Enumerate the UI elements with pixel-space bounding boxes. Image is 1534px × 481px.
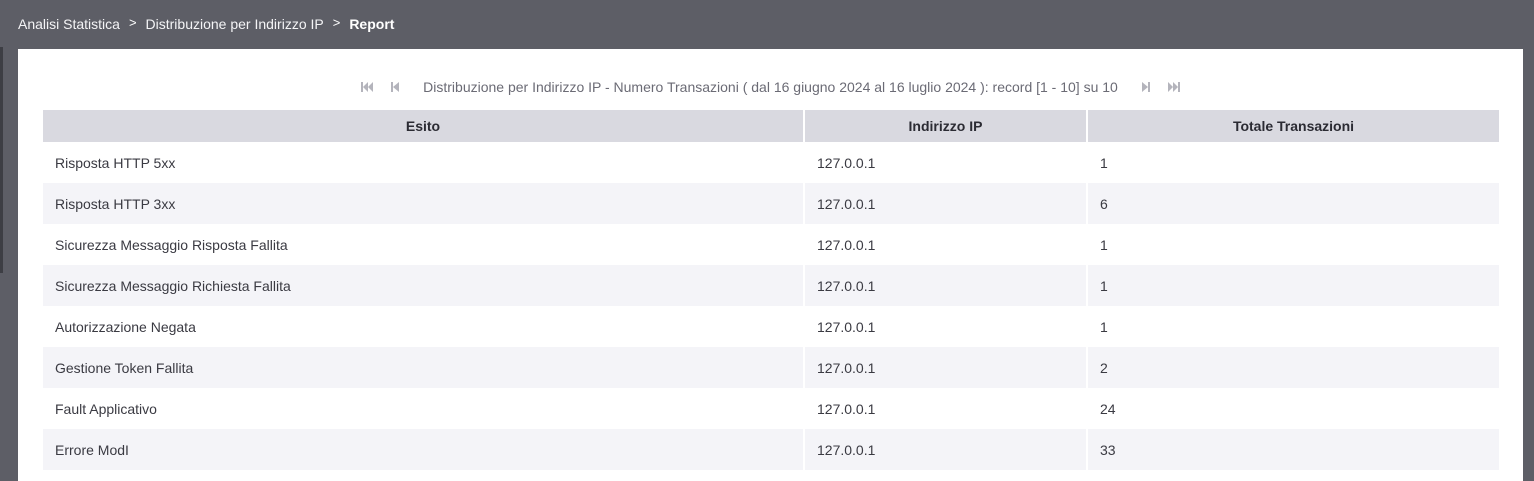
cell-indirizzo-ip: 127.0.0.1: [804, 347, 1088, 388]
table-row[interactable]: Errore ModI 127.0.0.1 33: [43, 429, 1499, 470]
cell-indirizzo-ip: 127.0.0.1: [804, 429, 1088, 470]
cell-indirizzo-ip: 127.0.0.1: [804, 142, 1088, 183]
next-page-icon[interactable]: [1138, 79, 1154, 95]
breadcrumb-item-analisi-statistica[interactable]: Analisi Statistica: [18, 16, 120, 32]
cell-indirizzo-ip: 127.0.0.1: [804, 388, 1088, 429]
first-page-icon[interactable]: [359, 79, 375, 95]
column-header-esito[interactable]: Esito: [43, 110, 805, 142]
cell-esito: Sicurezza Messaggio Risposta Fallita: [43, 224, 805, 265]
column-header-indirizzo-ip[interactable]: Indirizzo IP: [804, 110, 1088, 142]
chevron-right-icon: >: [332, 15, 341, 30]
pager-status-text: Distribuzione per Indirizzo IP - Numero …: [423, 79, 1118, 95]
breadcrumb: Analisi Statistica > Distribuzione per I…: [0, 0, 1534, 47]
cell-totale: 33: [1087, 429, 1499, 470]
cell-esito: Sicurezza Messaggio Richiesta Fallita: [43, 265, 805, 306]
cell-totale: 1: [1087, 265, 1499, 306]
cell-indirizzo-ip: 127.0.0.1: [804, 306, 1088, 347]
cell-totale: 2: [1087, 347, 1499, 388]
cell-indirizzo-ip: 127.0.0.1: [804, 224, 1088, 265]
cell-totale: 1: [1087, 306, 1499, 347]
table-row[interactable]: Gestione Token Fallita 127.0.0.1 2: [43, 347, 1499, 388]
cell-esito: Gestione Token Fallita: [43, 347, 805, 388]
cell-totale: 6: [1087, 183, 1499, 224]
cell-esito: Errore ModI: [43, 429, 805, 470]
last-page-icon[interactable]: [1166, 79, 1182, 95]
sidebar-edge: [0, 47, 3, 273]
table-row[interactable]: Risposta HTTP 5xx 127.0.0.1 1: [43, 142, 1499, 183]
breadcrumb-item-distribuzione-ip[interactable]: Distribuzione per Indirizzo IP: [146, 16, 324, 32]
cell-esito: Risposta HTTP 3xx: [43, 183, 805, 224]
cell-indirizzo-ip: 127.0.0.1: [804, 265, 1088, 306]
table-row[interactable]: Risposta HTTP 3xx 127.0.0.1 6: [43, 183, 1499, 224]
cell-totale: 1: [1087, 142, 1499, 183]
table-header-row: Esito Indirizzo IP Totale Transazioni: [43, 110, 1499, 142]
cell-esito: Risposta HTTP 5xx: [43, 142, 805, 183]
breadcrumb-item-report: Report: [349, 15, 395, 32]
previous-page-icon[interactable]: [387, 79, 403, 95]
column-header-totale-transazioni[interactable]: Totale Transazioni: [1087, 110, 1499, 142]
table-row[interactable]: Sicurezza Messaggio Richiesta Fallita 12…: [43, 265, 1499, 306]
table-row[interactable]: Sicurezza Messaggio Risposta Fallita 127…: [43, 224, 1499, 265]
pager: Distribuzione per Indirizzo IP - Numero …: [18, 75, 1523, 99]
table-row[interactable]: Fault Applicativo 127.0.0.1 24: [43, 388, 1499, 429]
chevron-right-icon: >: [128, 15, 137, 30]
cell-totale: 1: [1087, 224, 1499, 265]
cell-indirizzo-ip: 127.0.0.1: [804, 183, 1088, 224]
cell-esito: Fault Applicativo: [43, 388, 805, 429]
cell-esito: Autorizzazione Negata: [43, 306, 805, 347]
report-table: Esito Indirizzo IP Totale Transazioni Ri…: [43, 110, 1499, 470]
cell-totale: 24: [1087, 388, 1499, 429]
report-panel: Distribuzione per Indirizzo IP - Numero …: [18, 49, 1523, 481]
table-row[interactable]: Autorizzazione Negata 127.0.0.1 1: [43, 306, 1499, 347]
